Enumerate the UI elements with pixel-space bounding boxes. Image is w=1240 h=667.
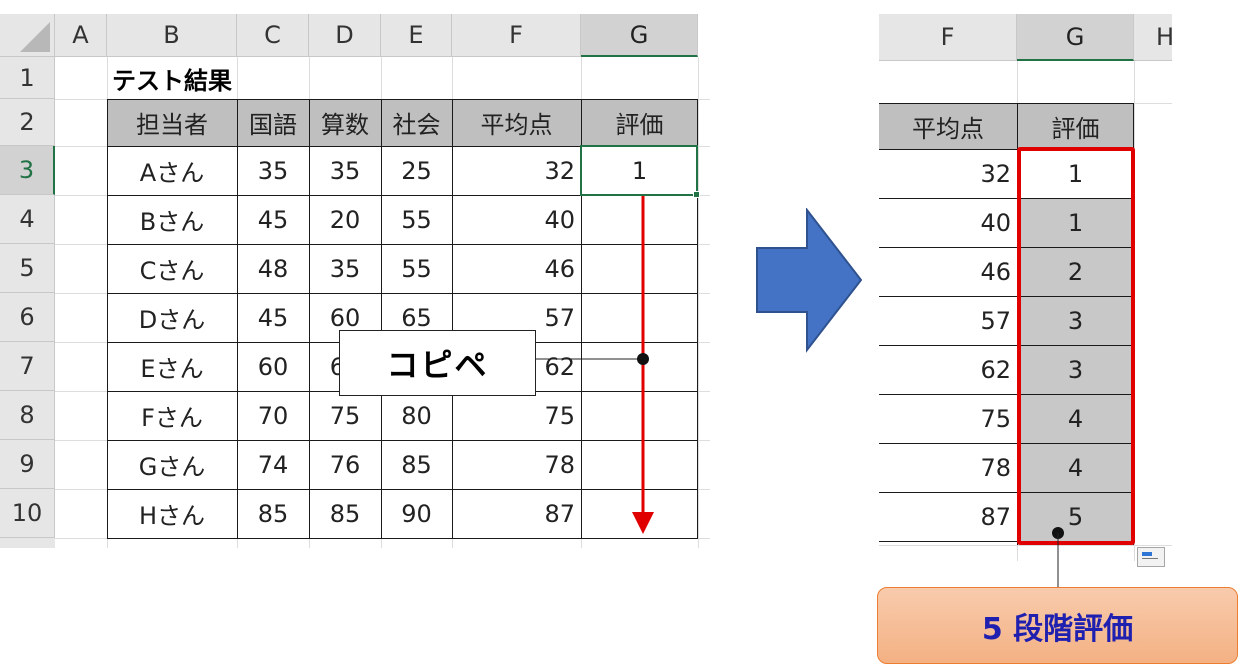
cell-sansu-row3[interactable]: 35 [309, 244, 381, 293]
row-header-6[interactable]: 6 [0, 293, 55, 342]
cell-average-row7[interactable]: 78 [452, 440, 581, 489]
cell-shakai-row7[interactable]: 85 [381, 440, 452, 489]
cell-shakai-row2[interactable]: 55 [381, 195, 452, 244]
cell-kokugo-row2[interactable]: 45 [237, 195, 309, 244]
cell-average-row1[interactable]: 32 [452, 146, 581, 195]
table-border [107, 99, 698, 100]
label-connector [1052, 527, 1064, 588]
table-border [381, 99, 382, 539]
column-header-h[interactable]: H [1134, 14, 1174, 61]
cell-average-row6[interactable]: 75 [879, 394, 1017, 443]
select-all-triangle-icon [20, 22, 50, 52]
cell-kokugo-row6[interactable]: 70 [237, 391, 309, 440]
row-header-1[interactable]: 1 [0, 57, 55, 99]
cell-average-row3[interactable]: 46 [452, 244, 581, 293]
cell-average-row4[interactable]: 57 [879, 296, 1017, 345]
cell-name-row3[interactable]: Cさん [107, 244, 237, 293]
table-border [237, 99, 238, 539]
table-border [309, 99, 310, 539]
cell-sansu-row6[interactable]: 75 [309, 391, 381, 440]
row-header-11-partial [0, 538, 55, 548]
header-kokugo: 国語 [249, 111, 297, 139]
cell-kokugo-row4[interactable]: 45 [237, 293, 309, 342]
table-border [879, 103, 1134, 104]
cell-average-row8[interactable]: 87 [879, 492, 1017, 541]
gridline [879, 545, 1172, 546]
cell-average-row2[interactable]: 40 [879, 198, 1017, 247]
cell-sansu-row8[interactable]: 85 [309, 489, 381, 538]
result-highlight-box [1017, 147, 1135, 545]
cell-average-row7[interactable]: 78 [879, 443, 1017, 492]
header-shakai: 社会 [392, 111, 441, 139]
cell-average-row3[interactable]: 46 [879, 247, 1017, 296]
cell-sansu-row2[interactable]: 20 [309, 195, 381, 244]
row-header-2[interactable]: 2 [0, 99, 55, 146]
paste-options-icon[interactable] [1137, 547, 1165, 567]
cell-average-row6[interactable]: 75 [452, 391, 581, 440]
cell-kokugo-row3[interactable]: 48 [237, 244, 309, 293]
column-header-d[interactable]: D [309, 14, 381, 57]
cell-average-row5[interactable]: 62 [879, 345, 1017, 394]
column-header-f[interactable]: F [879, 14, 1017, 61]
cell-kokugo-row8[interactable]: 85 [237, 489, 309, 538]
cell-shakai-row3[interactable]: 55 [381, 244, 452, 293]
callout-text: コピペ [386, 346, 489, 384]
right-arrow-icon [756, 208, 863, 353]
table-border [452, 99, 453, 539]
column-header-b[interactable]: B [107, 14, 237, 57]
cell-shakai-row8[interactable]: 90 [381, 489, 452, 538]
header-heikinten: 平均点 [912, 114, 984, 143]
fill-handle[interactable] [693, 191, 700, 198]
column-header-g[interactable]: G [1017, 14, 1134, 61]
cell-kokugo-row7[interactable]: 74 [237, 440, 309, 489]
active-cell-g3[interactable] [580, 145, 698, 196]
cell-kokugo-row5[interactable]: 60 [237, 342, 309, 391]
column-header-f[interactable]: F [452, 14, 581, 57]
row-header-3[interactable]: 3 [0, 146, 55, 195]
cell-kokugo-row1[interactable]: 35 [237, 146, 309, 195]
table-border [107, 244, 698, 245]
cell-name-row2[interactable]: Bさん [107, 195, 237, 244]
table-border [107, 538, 698, 539]
cell-name-row1[interactable]: Aさん [107, 146, 237, 195]
header-heikinten: 平均点 [480, 111, 553, 139]
column-header-e[interactable]: E [381, 14, 452, 57]
row-header-7[interactable]: 7 [0, 342, 55, 391]
callout-connector [530, 353, 649, 365]
header-hyouka: 評価 [615, 111, 664, 139]
column-header-c[interactable]: C [237, 14, 309, 57]
cell-shakai-row6[interactable]: 80 [381, 391, 452, 440]
row-header-9[interactable]: 9 [0, 440, 55, 489]
table-border [107, 99, 108, 539]
cell-name-row7[interactable]: Gさん [107, 440, 237, 489]
table-border [107, 440, 698, 441]
cell-name-row8[interactable]: Hさん [107, 489, 237, 538]
column-header-g[interactable]: G [581, 14, 698, 57]
header-hyouka: 評価 [1051, 114, 1100, 143]
cell-name-row6[interactable]: Fさん [107, 391, 237, 440]
table-border [107, 293, 698, 294]
cell-name-row4[interactable]: Dさん [107, 293, 237, 342]
rating-label-text: 5 段階評価 [981, 611, 1134, 647]
copy-paste-callout: コピペ [339, 330, 536, 396]
cell-shakai-row1[interactable]: 25 [381, 146, 452, 195]
cell-name-row5[interactable]: Eさん [107, 342, 237, 391]
header-tantousha: 担当者 [136, 111, 208, 139]
cell-average-row8[interactable]: 87 [452, 489, 581, 538]
cell-average-row2[interactable]: 40 [452, 195, 581, 244]
row-header-4[interactable]: 4 [0, 195, 55, 244]
five-level-rating-label: 5 段階評価 [877, 587, 1238, 664]
gridline [698, 57, 699, 548]
header-sansu: 算数 [321, 111, 369, 139]
row-header-10[interactable]: 10 [0, 489, 55, 538]
table-border [107, 489, 698, 490]
row-header-8[interactable]: 8 [0, 391, 55, 440]
select-all-corner[interactable] [0, 14, 55, 57]
cell-average-row1[interactable]: 32 [879, 149, 1017, 198]
cell-sansu-row7[interactable]: 76 [309, 440, 381, 489]
sheet-title: テスト結果 [112, 66, 232, 95]
column-header-a[interactable]: A [55, 14, 107, 57]
row-header-5[interactable]: 5 [0, 244, 55, 293]
cell-sansu-row1[interactable]: 35 [309, 146, 381, 195]
